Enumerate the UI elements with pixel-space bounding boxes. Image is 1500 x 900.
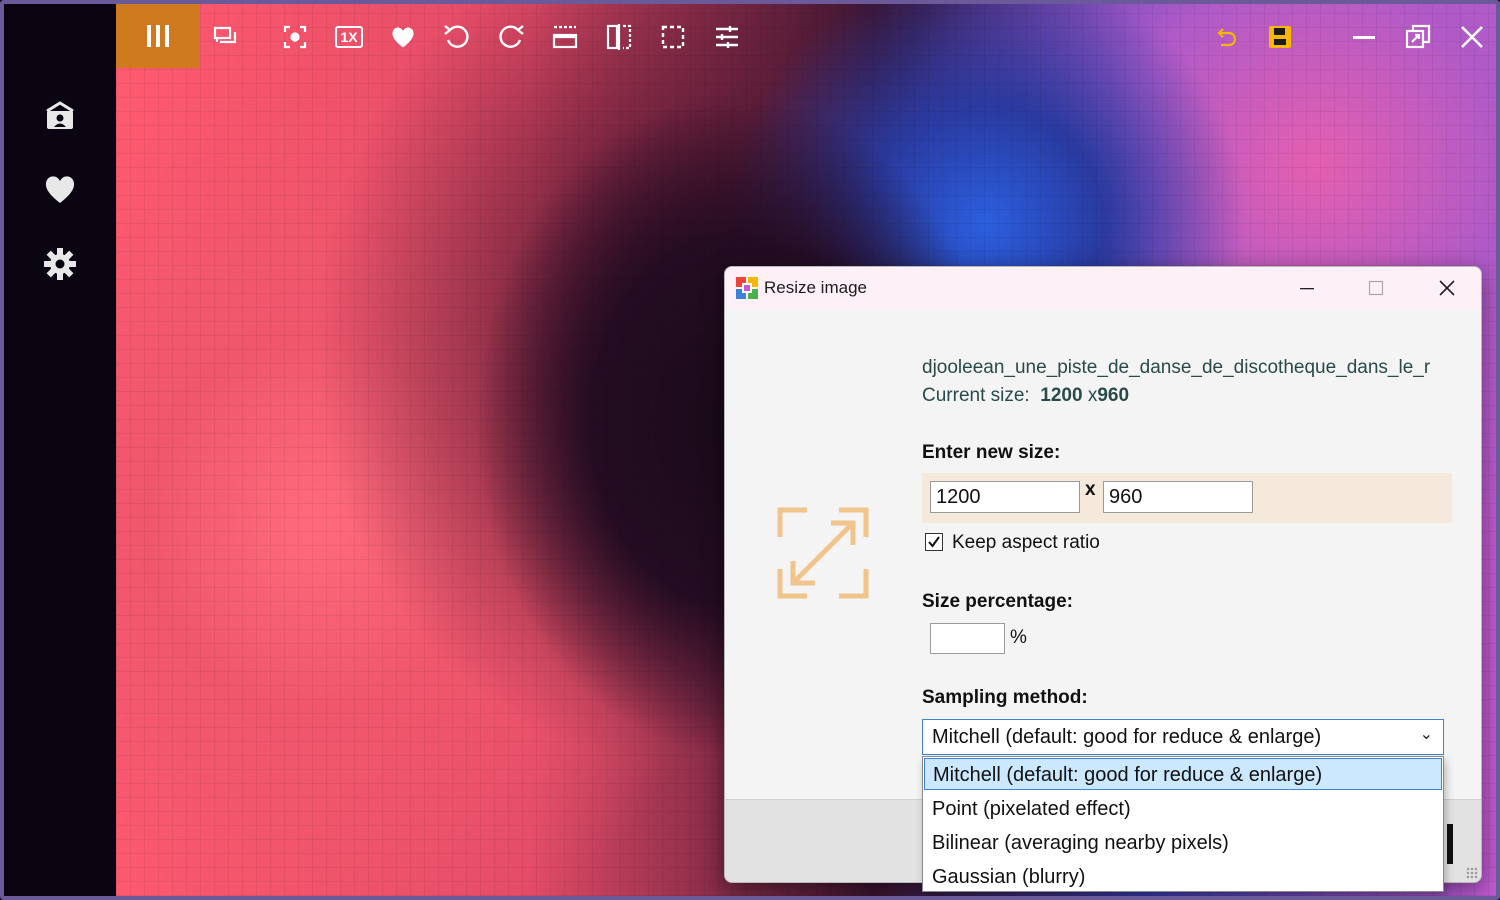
1x-icon[interactable]: 1X	[334, 22, 364, 52]
bars-icon	[146, 25, 169, 47]
close-icon	[1439, 280, 1455, 296]
sampling-method-label: Sampling method:	[922, 687, 1088, 708]
restore-icon[interactable]	[1403, 22, 1433, 52]
undo-icon[interactable]	[1211, 22, 1241, 52]
new-size-label: Enter new size:	[922, 442, 1061, 463]
resize-grip-icon[interactable]	[1466, 867, 1478, 879]
sampling-method-dropdown: Mitchell (default: good for reduce & enl…	[922, 756, 1444, 892]
minimize-icon	[1300, 288, 1314, 290]
dialog-minimize-button[interactable]	[1287, 273, 1327, 303]
file-name: djooleean_une_piste_de_danse_de_discothe…	[922, 357, 1431, 378]
percentage-input[interactable]	[930, 623, 1005, 654]
close-icon[interactable]	[1457, 22, 1487, 52]
dialog-close-button[interactable]	[1427, 273, 1467, 303]
resize-arrows-icon	[777, 507, 869, 599]
current-size: Current size: 1200 x960	[922, 385, 1130, 406]
focus-icon[interactable]	[280, 22, 310, 52]
dialog-maximize-button	[1356, 273, 1396, 303]
maximize-icon	[1368, 280, 1384, 296]
sampling-selected-value: Mitchell (default: good for reduce & enl…	[932, 726, 1322, 748]
top-toolbar: 1X	[116, 4, 1496, 68]
rotate-left-icon[interactable]	[442, 22, 472, 52]
sampling-option-mitchell[interactable]: Mitchell (default: good for reduce & enl…	[924, 758, 1442, 790]
sampling-option-gaussian[interactable]: Gaussian (blurry)	[924, 861, 1442, 893]
keep-aspect-checkbox[interactable]	[925, 533, 943, 551]
sampling-method-select[interactable]: Mitchell (default: good for reduce & enl…	[922, 719, 1444, 755]
menu-button[interactable]	[116, 4, 199, 68]
checkmark-icon	[928, 536, 940, 548]
ok-button[interactable]	[1447, 824, 1453, 864]
crop-icon[interactable]	[658, 22, 688, 52]
flip-vertical-icon[interactable]	[550, 22, 580, 52]
size-percentage-label: Size percentage:	[922, 591, 1073, 612]
save-icon[interactable]	[1265, 22, 1295, 52]
sidebar	[4, 4, 116, 896]
app-window: 1X Resize image djooleean_une_piste_de_d…	[0, 0, 1500, 900]
contacts-card-icon[interactable]	[40, 96, 80, 136]
sampling-option-bilinear[interactable]: Bilinear (averaging nearby pixels)	[924, 827, 1442, 859]
heart-icon[interactable]	[40, 169, 80, 209]
percent-sign: %	[1010, 627, 1027, 648]
height-input[interactable]	[1103, 481, 1253, 513]
dialog-titlebar[interactable]: Resize image	[725, 267, 1481, 309]
keep-aspect-label[interactable]: Keep aspect ratio	[952, 532, 1100, 554]
gear-icon[interactable]	[40, 244, 80, 284]
width-input[interactable]	[930, 481, 1080, 513]
favorite-heart-icon[interactable]	[388, 22, 418, 52]
sampling-option-point[interactable]: Point (pixelated effect)	[924, 793, 1442, 825]
dialog-title: Resize image	[764, 278, 867, 297]
new-size-row: x	[922, 473, 1452, 523]
adjust-icon[interactable]	[712, 22, 742, 52]
size-separator: x	[1085, 479, 1096, 500]
rotate-right-icon[interactable]	[496, 22, 526, 52]
app-logo-icon	[736, 277, 758, 299]
chat-icon[interactable]	[210, 22, 240, 52]
minimize-icon[interactable]	[1349, 22, 1379, 52]
chevron-down-icon: ⌄	[1419, 726, 1433, 743]
flip-horizontal-icon[interactable]	[604, 22, 634, 52]
